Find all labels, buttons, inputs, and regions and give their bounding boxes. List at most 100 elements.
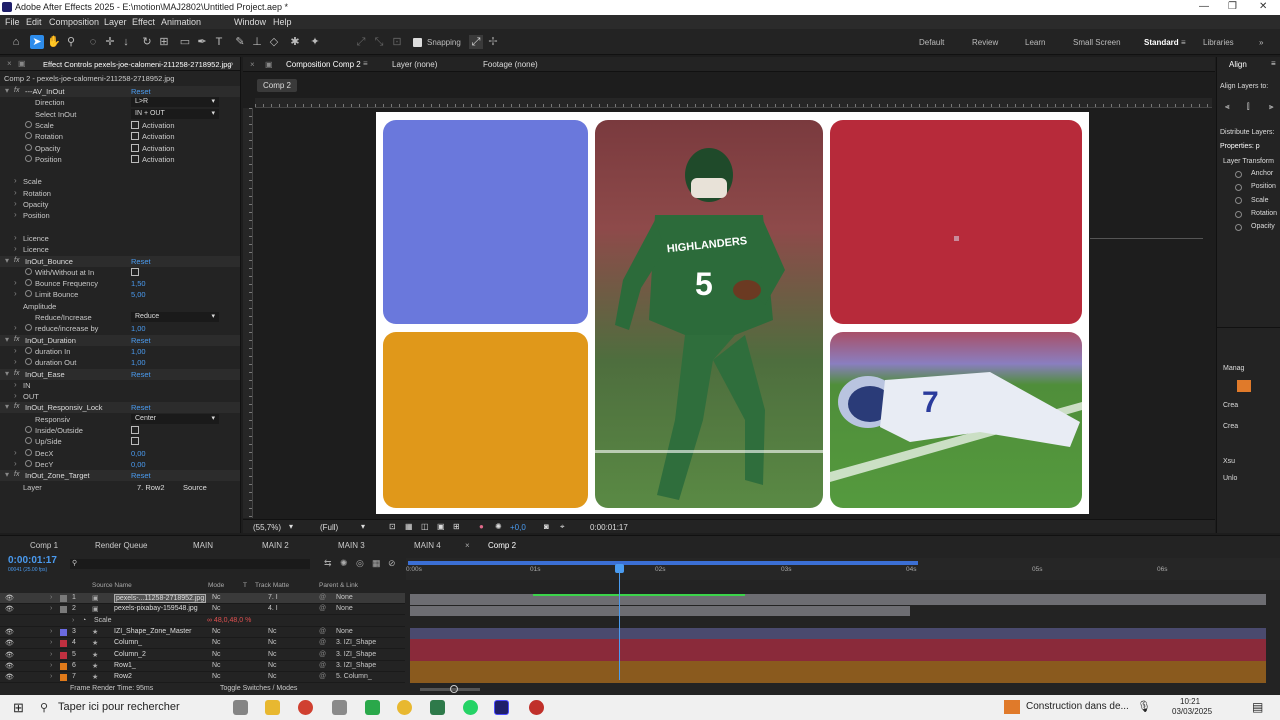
pickwhip-icon[interactable]: @ (319, 639, 326, 646)
pickwhip-icon[interactable]: @ (319, 605, 326, 612)
layer-source-name[interactable]: Row2 (114, 673, 132, 680)
layer-track-matte[interactable]: Nc (268, 628, 277, 635)
close-button[interactable]: ✕ (1259, 1, 1267, 12)
anchor-stopwatch-icon[interactable] (1235, 171, 1242, 178)
guides-icon[interactable]: ▣ (437, 522, 445, 531)
rectangle-tool-icon[interactable]: ▭ (178, 35, 192, 49)
expand-arrow-icon[interactable]: › (14, 380, 17, 389)
chrome-icon[interactable] (397, 700, 412, 715)
expand-arrow-icon[interactable]: ▾ (5, 470, 9, 479)
layer-track-matte[interactable]: Nc (268, 651, 277, 658)
effect-row-5[interactable]: Opacity Activation (0, 143, 240, 154)
layer-bar-7[interactable] (410, 672, 1266, 683)
current-time-indicator[interactable] (619, 566, 620, 680)
zoom-slider[interactable] (420, 685, 480, 693)
stopwatch-icon[interactable] (25, 358, 32, 366)
expand-arrow-icon[interactable]: › (14, 199, 17, 208)
stopwatch-icon[interactable]: ◔ (82, 617, 86, 624)
param-value[interactable]: 5,00 (131, 290, 146, 299)
pan-behind-tool-icon[interactable]: ⊞ (157, 35, 171, 49)
align-right-icon[interactable]: ⫸ (1269, 102, 1274, 112)
twirl-arrow-icon[interactable]: › (50, 628, 52, 635)
stopwatch-icon[interactable] (25, 120, 32, 128)
fx-icon[interactable]: fx (14, 471, 19, 478)
expand-arrow-icon[interactable]: › (14, 188, 17, 197)
workspace-libraries[interactable]: Libraries (1203, 38, 1234, 47)
transparency-grid-icon[interactable]: ▦ (405, 522, 413, 531)
align-left-icon[interactable]: ⫷ (1225, 102, 1230, 112)
scale-stopwatch-icon[interactable] (1235, 197, 1242, 204)
effect-row-29[interactable]: Responsiv Center (0, 413, 240, 425)
effect-row-31[interactable]: Up/Side (0, 436, 240, 447)
viewer-lock-icon[interactable]: ▣ (265, 60, 273, 69)
scale-value[interactable]: ∞ 48,0,48,0 % (207, 617, 251, 624)
region-of-interest-icon[interactable]: ⊡ (389, 522, 396, 531)
reset-link[interactable]: Reset (131, 370, 151, 379)
layer-dropdown[interactable]: 7. Row2 (137, 483, 165, 492)
tab-comp-2[interactable]: Comp 2 (488, 541, 516, 550)
layer-parent[interactable]: 3. IZI_Shape (336, 639, 376, 646)
show-snapshot-icon[interactable]: ⌖ (560, 522, 565, 532)
effect-row-18[interactable]: › Limit Bounce 5,00 (0, 289, 240, 300)
panel-overflow-icon[interactable]: » (229, 59, 233, 68)
effect-row-32[interactable]: › DecX 0,00 (0, 448, 240, 459)
param-value[interactable]: 1,00 (131, 358, 146, 367)
pan-tool-icon[interactable]: ✛ (103, 35, 117, 49)
axis-world-icon[interactable]: ⤡ (372, 35, 386, 49)
param-dropdown[interactable]: IN + OUT (131, 108, 219, 119)
effect-row-6[interactable]: Position Activation (0, 154, 240, 165)
pickwhip-icon[interactable]: @ (319, 651, 326, 658)
source-dropdown[interactable]: Source (183, 483, 207, 492)
effect-row-27[interactable]: › OUT (0, 391, 240, 402)
visibility-eye-icon[interactable]: 👁 (5, 594, 14, 602)
effect-controls-tab[interactable]: Effect Controls pexels-joe-calomeni-2112… (43, 60, 232, 69)
effect-row-23[interactable]: › duration In 1,00 (0, 346, 240, 357)
label-color-swatch[interactable] (60, 628, 67, 636)
reset-link[interactable]: Reset (131, 336, 151, 345)
layer-bar-2[interactable] (410, 606, 910, 616)
snapping-checkbox[interactable] (413, 38, 422, 47)
app-icon-3[interactable] (529, 700, 544, 715)
effect-row-19[interactable]: Amplitude (0, 301, 240, 312)
param-checkbox[interactable] (131, 132, 139, 141)
zoom-slider-handle[interactable] (450, 685, 458, 693)
twirl-arrow-icon[interactable]: › (50, 673, 52, 680)
label-color-swatch[interactable] (60, 674, 67, 682)
layer-row-6[interactable]: 👁 › 6 ★ Row1_ Nc Nc @3. IZI_Shape (0, 661, 405, 672)
effect-row-3[interactable]: Scale Activation (0, 120, 240, 131)
scale-property-row[interactable]: › ◔ Scale ∞ 48,0,48,0 % (0, 616, 405, 627)
workspace-default[interactable]: Default (919, 38, 944, 47)
effect-row-20[interactable]: Reduce/Increase Reduce (0, 312, 240, 323)
param-checkbox[interactable] (131, 437, 139, 446)
param-checkbox[interactable] (131, 267, 139, 276)
param-value[interactable]: 0,00 (131, 460, 146, 469)
label-color-swatch[interactable] (60, 640, 67, 648)
layer-parent[interactable]: 5. Column_ (336, 673, 372, 680)
minimize-button[interactable]: — (1199, 1, 1209, 12)
twirl-arrow-icon[interactable]: › (72, 617, 74, 624)
effect-row-26[interactable]: › IN (0, 380, 240, 391)
effect-row-33[interactable]: › DecY 0,00 (0, 459, 240, 470)
layer-parent[interactable]: 3. IZI_Shape (336, 662, 376, 669)
layer-bar-4[interactable] (410, 639, 1266, 650)
layer-source-name[interactable]: Column_2 (114, 651, 146, 658)
stopwatch-icon[interactable] (25, 459, 32, 467)
pickwhip-icon[interactable]: @ (319, 662, 326, 669)
visibility-eye-icon[interactable]: 👁 (5, 639, 14, 647)
align-title[interactable]: Align (1229, 60, 1247, 69)
hand-tool-icon[interactable]: ✋ (47, 35, 61, 49)
tab-composition[interactable]: Composition Comp 2 (286, 60, 361, 69)
layer-mode[interactable]: Nc (212, 639, 221, 646)
stopwatch-icon[interactable] (25, 324, 32, 332)
layer-bar-5[interactable] (410, 650, 1266, 661)
align-menu-icon[interactable]: ≡ (1271, 59, 1276, 68)
expand-arrow-icon[interactable]: › (14, 176, 17, 185)
fx-icon[interactable]: fx (14, 370, 19, 377)
stopwatch-icon[interactable] (25, 448, 32, 456)
effect-row-9[interactable]: › Rotation (0, 188, 240, 199)
menu-window[interactable]: Window (234, 17, 266, 27)
layer-track-matte[interactable]: Nc (268, 639, 277, 646)
reset-link[interactable]: Reset (131, 87, 151, 96)
puppet-tool-icon[interactable]: ✦ (308, 35, 322, 49)
eraser-tool-icon[interactable]: ◇ (267, 35, 281, 49)
